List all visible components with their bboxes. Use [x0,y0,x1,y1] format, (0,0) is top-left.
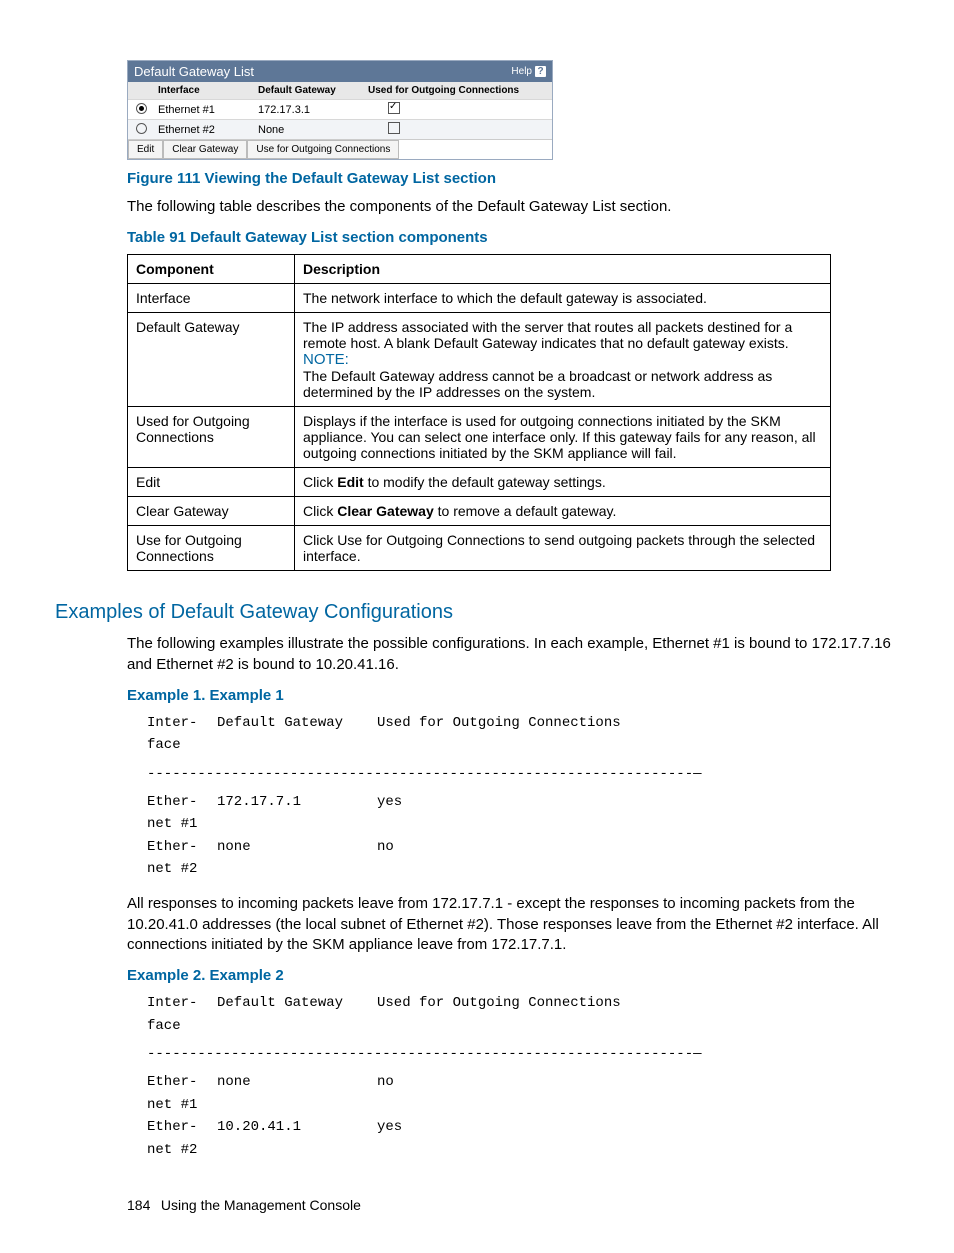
example2-title: Example 2. Example 2 [127,967,899,984]
cell-component: Interface [128,284,295,313]
page-footer: 184 Using the Management Console [127,1197,899,1213]
edit-button[interactable]: Edit [128,140,163,159]
cell-description: Click Clear Gateway to remove a default … [295,497,831,526]
cell-description: The IP address associated with the serve… [295,313,831,407]
help-label: Help [511,66,532,77]
col-interface: Interface [158,85,258,96]
table-row: Ethernet #1 172.17.3.1 [128,99,552,119]
section-heading: Examples of Default Gateway Configuratio… [55,601,899,624]
default-gateway-list-panel: Default Gateway List Help ? Interface De… [127,60,553,160]
cell-interface: Ethernet #1 [158,104,258,116]
footer-title: Using the Management Console [161,1197,361,1213]
cell-description: Displays if the interface is used for ou… [295,407,831,468]
table-row: Use for Outgoing Connections Click Use f… [128,526,831,571]
section-intro: The following examples illustrate the po… [127,634,899,675]
outgoing-checkbox[interactable] [388,102,400,114]
cell-component: Edit [128,468,295,497]
table-row: Default Gateway The IP address associate… [128,313,831,407]
table-row: Interface The network interface to which… [128,284,831,313]
panel-title: Default Gateway List [134,64,254,79]
panel-button-row: Edit Clear Gateway Use for Outgoing Conn… [128,139,552,159]
example2-block: Inter- face Default Gateway Used for Out… [147,992,899,1161]
example1-block: Inter- face Default Gateway Used for Out… [147,712,899,881]
clear-gateway-button[interactable]: Clear Gateway [163,140,247,159]
outgoing-checkbox[interactable] [388,122,400,134]
divider: ----------------------------------------… [147,1043,899,1065]
cell-gateway: 172.17.3.1 [258,104,368,116]
th-component: Component [128,255,295,284]
cell-description: Click Use for Outgoing Connections to se… [295,526,831,571]
table-row: Clear Gateway Click Clear Gateway to rem… [128,497,831,526]
th-description: Description [295,255,831,284]
help-link[interactable]: Help ? [511,66,546,77]
cell-gateway: None [258,124,368,136]
cell-component: Default Gateway [128,313,295,407]
example1-paragraph: All responses to incoming packets leave … [127,894,899,955]
page-number: 184 [127,1197,157,1213]
help-icon: ? [535,66,546,77]
table-row: Ethernet #2 None [128,119,552,139]
col-used-outgoing: Used for Outgoing Connections [368,85,552,96]
divider: ----------------------------------------… [147,763,899,785]
example1-title: Example 1. Example 1 [127,687,899,704]
cell-description: The network interface to which the defau… [295,284,831,313]
use-outgoing-button[interactable]: Use for Outgoing Connections [247,140,399,159]
cell-component: Clear Gateway [128,497,295,526]
components-table: Component Description Interface The netw… [127,254,831,571]
col-default-gateway: Default Gateway [258,85,368,96]
cell-component: Used for Outgoing Connections [128,407,295,468]
row-radio[interactable] [136,103,147,114]
row-radio[interactable] [136,123,147,134]
table-row: Used for Outgoing Connections Displays i… [128,407,831,468]
panel-title-bar: Default Gateway List Help ? [128,61,552,82]
cell-description: Click Edit to modify the default gateway… [295,468,831,497]
cell-interface: Ethernet #2 [158,124,258,136]
panel-column-headers: Interface Default Gateway Used for Outgo… [128,82,552,99]
cell-component: Use for Outgoing Connections [128,526,295,571]
figure-caption: Figure 111 Viewing the Default Gateway L… [127,170,899,187]
note-label: NOTE: [303,351,349,368]
intro-text: The following table describes the compon… [127,197,899,217]
table-caption: Table 91 Default Gateway List section co… [127,229,899,246]
table-row: Edit Click Edit to modify the default ga… [128,468,831,497]
